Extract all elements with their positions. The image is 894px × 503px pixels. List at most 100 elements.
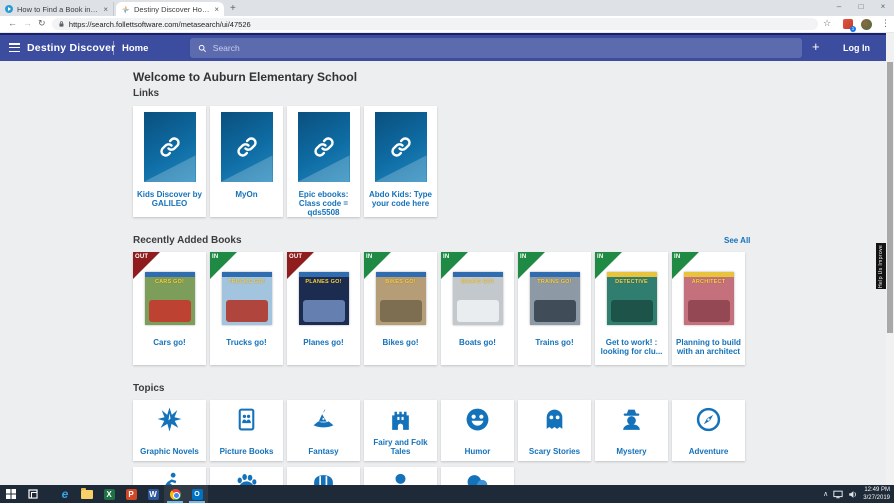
start-button[interactable] (0, 485, 22, 503)
tab-close-icon[interactable]: × (214, 5, 219, 14)
book-card[interactable]: IN DETECTIVE Get to work! : looking for … (595, 252, 668, 365)
recent-books-heading: Recently Added Books (133, 235, 242, 246)
chain-link-icon (313, 137, 334, 157)
profile-avatar[interactable] (861, 18, 872, 30)
links-heading: Links (133, 88, 160, 99)
link-label: Epic ebooks: Class code = qds5508 (298, 190, 349, 218)
book-card[interactable]: IN BIKES GO! Bikes go! (364, 252, 437, 365)
chain-link-icon (390, 137, 411, 157)
book-card[interactable]: IN BOATS GO! Boats go! (441, 252, 514, 365)
header-divider (113, 41, 114, 55)
links-row: Kids Discover by GALILEO MyOn Epic ebook… (133, 106, 437, 217)
browser-toolbar: ← → ↻ ☆ 1 ⋮ (0, 16, 894, 33)
task-view-button[interactable] (22, 485, 44, 503)
brand-title[interactable]: Destiny Discover (27, 42, 115, 54)
network-display-icon[interactable] (833, 490, 843, 499)
page-scrollbar[interactable] (886, 33, 894, 485)
nav-home[interactable]: Home (122, 43, 148, 54)
tray-time: 12:49 PM (864, 486, 890, 493)
bookmark-star-icon[interactable]: ☆ (823, 18, 831, 29)
help-us-improve-tab[interactable]: Help Us Improve (876, 243, 886, 289)
link-label: MyOn (235, 190, 258, 199)
book-card[interactable]: IN TRUCKS GO! Trucks go! (210, 252, 283, 365)
book-card[interactable]: OUT PLANES GO! Planes go! (287, 252, 360, 365)
screen: How to Find a Book in the Librar × Desti… (0, 0, 894, 503)
back-button[interactable]: ← (8, 18, 17, 28)
browser-tab-strip: How to Find a Book in the Librar × Desti… (0, 0, 894, 16)
add-icon[interactable]: + (812, 39, 820, 54)
close-button[interactable]: × (872, 0, 894, 13)
powerpoint-taskbar-icon[interactable]: P (120, 485, 142, 503)
tab-title: Destiny Discover Home (134, 4, 211, 14)
browser-tab-destiny-discover[interactable]: Destiny Discover Home × (116, 2, 224, 16)
chrome-taskbar-icon[interactable] (164, 485, 186, 503)
excel-taskbar-icon[interactable]: X (98, 485, 120, 503)
book-title: Boats go! (459, 338, 496, 347)
book-cover: BIKES GO! (375, 272, 426, 325)
book-card[interactable]: OUT CARS GO! Cars go! (133, 252, 206, 365)
compass-icon (696, 407, 721, 432)
topic-card-fantasy[interactable]: Fantasy (287, 400, 360, 461)
tab-close-icon[interactable]: × (103, 5, 108, 14)
system-tray: ∧ 12:49 PM 3/27/2019 (823, 486, 894, 502)
hamburger-menu-icon[interactable] (9, 43, 20, 54)
browser-tab-library-video[interactable]: How to Find a Book in the Librar × (0, 2, 114, 16)
link-card-kids-discover[interactable]: Kids Discover by GALILEO (133, 106, 206, 217)
link-card-myon[interactable]: MyOn (210, 106, 283, 217)
book-title: Get to work! : looking for clu... (600, 338, 663, 357)
book-cover: DETECTIVE (606, 272, 657, 325)
chain-link-icon (236, 137, 257, 157)
tray-date: 3/27/2019 (863, 495, 890, 501)
windows-taskbar: e X P W O ∧ 12:49 PM 3/27/2019 (0, 485, 894, 503)
lock-icon (59, 21, 64, 27)
link-tile (220, 112, 273, 182)
book-cover: PLANES GO! (298, 272, 349, 325)
search-box[interactable] (190, 38, 802, 58)
castle-icon (392, 411, 409, 430)
page-content: Welcome to Auburn Elementary School Link… (0, 61, 886, 503)
book-title: Cars go! (153, 338, 186, 347)
site-header: Destiny Discover Home + Log In (0, 35, 894, 61)
topic-card-scary-stories[interactable]: Scary Stories (518, 400, 591, 461)
task-view-icon (28, 489, 38, 499)
word-taskbar-icon[interactable]: W (142, 485, 164, 503)
see-all-link[interactable]: See All (724, 236, 750, 245)
link-tile (143, 112, 196, 182)
speaker-icon[interactable] (848, 490, 858, 499)
file-explorer-taskbar-icon[interactable] (76, 485, 98, 503)
new-tab-button[interactable]: + (230, 3, 236, 14)
book-card[interactable]: IN ARCHITECT Planning to build with an a… (672, 252, 745, 365)
refresh-button[interactable]: ↻ (38, 18, 46, 29)
url-input[interactable] (68, 19, 812, 29)
outlook-taskbar-icon[interactable]: O (186, 485, 208, 503)
extension-icon[interactable]: 1 (843, 19, 856, 32)
book-cover: CARS GO! (144, 272, 195, 325)
topic-card-graphic-novels[interactable]: Graphic Novels (133, 400, 206, 461)
smiley-icon (466, 408, 489, 431)
topic-card-mystery[interactable]: Mystery (595, 400, 668, 461)
maximize-button[interactable]: □ (850, 0, 872, 13)
topic-card-humor[interactable]: Humor (441, 400, 514, 461)
link-card-epic-ebooks[interactable]: Epic ebooks: Class code = qds5508 (287, 106, 360, 217)
welcome-title: Welcome to Auburn Elementary School (133, 70, 358, 84)
picture-book-icon (238, 408, 255, 431)
link-card-abdo-kids[interactable]: Abdo Kids: Type your code here (364, 106, 437, 217)
forward-button[interactable]: → (23, 18, 32, 28)
topic-card-picture-books[interactable]: Picture Books (210, 400, 283, 461)
browser-menu-icon[interactable]: ⋮ (881, 18, 890, 29)
topic-card-adventure[interactable]: Adventure (672, 400, 745, 461)
book-card[interactable]: IN TRAINS GO! Trains go! (518, 252, 591, 365)
search-input[interactable] (212, 43, 794, 53)
tray-chevron-icon[interactable]: ∧ (823, 490, 828, 498)
taskbar-clock[interactable]: 12:49 PM 3/27/2019 (863, 486, 890, 502)
scrollbar-thumb[interactable] (887, 62, 893, 333)
window-controls: – □ × (828, 0, 894, 13)
edge-taskbar-icon[interactable]: e (54, 485, 76, 503)
login-button[interactable]: Log In (843, 43, 870, 53)
topic-card-fairy-folk-tales[interactable]: Fairy and Folk Tales (364, 400, 437, 461)
minimize-button[interactable]: – (828, 0, 850, 13)
search-icon (198, 44, 207, 52)
video-favicon-icon (5, 5, 13, 13)
ghost-icon (546, 409, 563, 429)
url-bar[interactable] (52, 18, 818, 30)
